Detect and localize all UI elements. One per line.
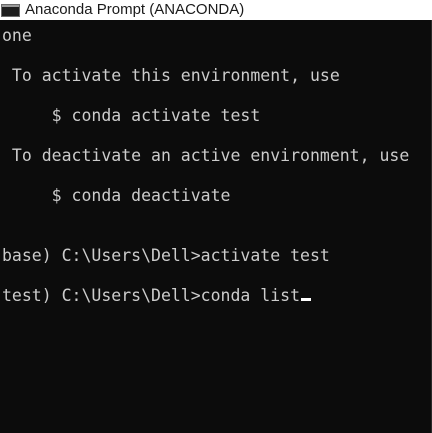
console-line-deactivate-command: $ conda deactivate bbox=[2, 186, 231, 205]
console-line-activate-hint: To activate this environment, use bbox=[2, 66, 340, 85]
console-line-deactivate-hint: To deactivate an active environment, use bbox=[2, 146, 410, 165]
current-command: test) C:\Users\Dell>conda list bbox=[2, 286, 301, 305]
console-line-current-prompt[interactable]: test) C:\Users\Dell>conda list bbox=[2, 286, 312, 306]
window-title: Anaconda Prompt (ANACONDA) bbox=[25, 1, 245, 18]
console-line-activate-command: $ conda activate test bbox=[2, 106, 261, 125]
text-cursor bbox=[301, 298, 312, 301]
title-bar[interactable]: Anaconda Prompt (ANACONDA) bbox=[0, 0, 432, 20]
console-line-done: one bbox=[2, 26, 32, 45]
console-window: Anaconda Prompt (ANACONDA) one To activa… bbox=[0, 0, 432, 433]
console-window-icon bbox=[1, 3, 20, 17]
console-line-base-prompt: base) C:\Users\Dell>activate test bbox=[2, 246, 330, 265]
console-output[interactable]: one To activate this environment, use $ … bbox=[0, 20, 432, 433]
